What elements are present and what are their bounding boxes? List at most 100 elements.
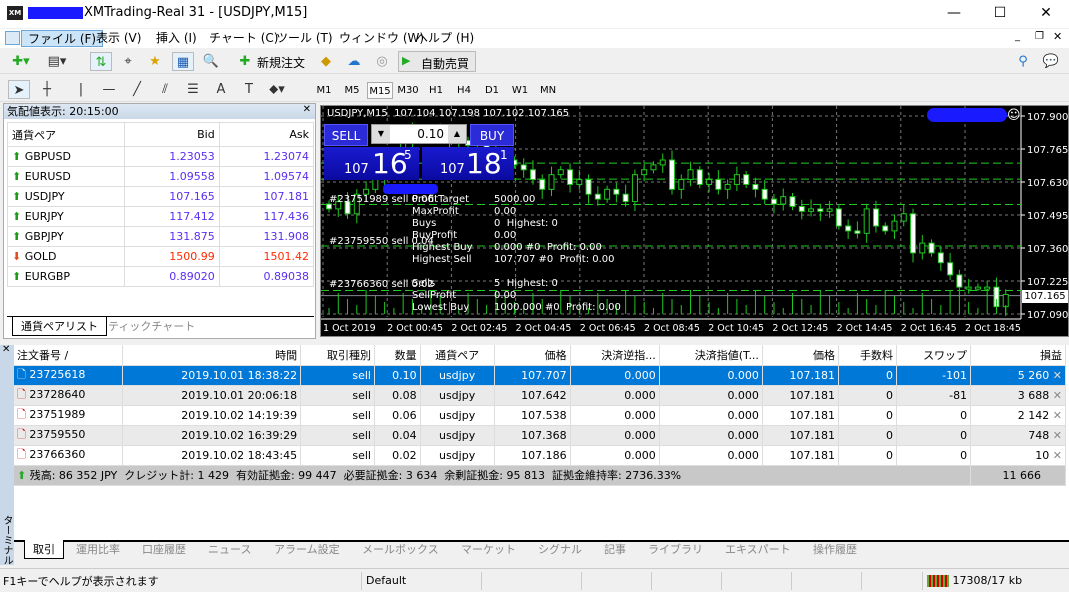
- tab-tick-chart[interactable]: ティックチャート: [100, 317, 203, 336]
- col-header[interactable]: 決済逆指...: [570, 345, 660, 366]
- mdi-minimize-icon[interactable]: _: [1015, 31, 1020, 42]
- timeframe-d1[interactable]: D1: [479, 82, 505, 99]
- terminal-tab[interactable]: エキスパート: [717, 540, 799, 559]
- search-icon[interactable]: ⚲: [1012, 52, 1034, 71]
- terminal-tab[interactable]: マーケット: [453, 540, 524, 559]
- terminal-tab[interactable]: アラーム設定: [266, 540, 348, 559]
- metaeditor-icon[interactable]: ◆: [315, 52, 337, 71]
- terminal-close-icon[interactable]: ✕: [2, 344, 10, 355]
- chart-window[interactable]: 107.900 107.765 107.630 107.495 107.360 107.2…: [320, 105, 1069, 337]
- fibonacci-icon[interactable]: ☰: [182, 80, 204, 99]
- sell-button[interactable]: SELL: [324, 124, 368, 146]
- text-icon[interactable]: A: [210, 80, 232, 99]
- trade-row[interactable]: 🗋 23725618 2019.10.01 18:38:22 sell 0.10 usd…: [14, 365, 1066, 386]
- community-icon[interactable]: ☁: [343, 52, 365, 71]
- terminal-tab[interactable]: 運用比率: [68, 540, 128, 559]
- crosshair-tool-icon[interactable]: ┼: [36, 80, 58, 99]
- terminal-tab[interactable]: ライブラリ: [640, 540, 711, 559]
- col-header[interactable]: 手数料: [838, 345, 897, 366]
- market-watch-row[interactable]: ⬆ USDJPY 107.165 107.181: [6, 186, 315, 207]
- buy-price[interactable]: 107 18 1: [422, 147, 514, 180]
- terminal-tab[interactable]: 口座履歴: [134, 540, 194, 559]
- close-order-icon[interactable]: ✕: [1049, 449, 1062, 462]
- crosshair-icon[interactable]: ⌖: [117, 52, 139, 71]
- col-header[interactable]: 時間: [122, 345, 302, 366]
- col-header[interactable]: 価格: [762, 345, 840, 366]
- trade-row[interactable]: 🗋 23766360 2019.10.02 18:43:45 sell 0.02 usd…: [14, 445, 1066, 466]
- close-order-icon[interactable]: ✕: [1049, 429, 1062, 442]
- col-header[interactable]: 価格: [494, 345, 571, 366]
- mdi-close-icon[interactable]: ✕: [1053, 30, 1062, 43]
- sell-price[interactable]: 107 16 5: [324, 147, 419, 180]
- text-label-icon[interactable]: T: [238, 80, 260, 99]
- market-watch-row[interactable]: ⬆ EURUSD 1.09558 1.09574: [6, 166, 315, 187]
- trade-row[interactable]: 🗋 23751989 2019.10.02 14:19:39 sell 0.06 usd…: [14, 405, 1066, 426]
- connection-status[interactable]: 17308/17 kb: [922, 572, 1062, 590]
- maximize-button[interactable]: ☐: [977, 0, 1023, 28]
- chat-icon[interactable]: 💬: [1040, 52, 1062, 71]
- vertical-line-icon[interactable]: |: [70, 80, 92, 99]
- timeframe-mn[interactable]: MN: [535, 82, 561, 99]
- timeframe-m5[interactable]: M5: [339, 82, 365, 99]
- menu-tools[interactable]: ツール (T): [270, 30, 339, 47]
- timeframe-h1[interactable]: H1: [423, 82, 449, 99]
- col-header[interactable]: 決済指値(T...: [659, 345, 763, 366]
- new-order-icon[interactable]: ✚: [234, 52, 256, 71]
- tab-symbols[interactable]: 通貨ペアリスト: [12, 317, 107, 336]
- close-order-icon[interactable]: ✕: [1049, 369, 1062, 382]
- navigator-icon[interactable]: ★: [144, 52, 166, 71]
- terminal-tab[interactable]: 操作履歴: [805, 540, 865, 559]
- new-order-button[interactable]: 新規注文: [257, 54, 305, 71]
- col-symbol[interactable]: 通貨ペア: [6, 122, 126, 147]
- trendline-icon[interactable]: ╱: [126, 80, 148, 99]
- menu-view[interactable]: 表示 (V): [90, 30, 147, 47]
- col-ask[interactable]: Ask: [218, 122, 315, 147]
- market-watch-row[interactable]: ⬆ GBPUSD 1.23053 1.23074: [6, 146, 315, 167]
- lot-decrease-button[interactable]: ▼: [372, 125, 390, 143]
- market-watch-row[interactable]: ⬇ GOLD 1500.99 1501.42: [6, 246, 315, 267]
- terminal-icon[interactable]: ▦: [172, 52, 194, 71]
- market-watch-row[interactable]: ⬆ EURGBP 0.89020 0.89038: [6, 266, 315, 287]
- market-watch-row[interactable]: ⬆ GBPJPY 131.875 131.908: [6, 226, 315, 247]
- signals-icon[interactable]: ◎: [371, 52, 393, 71]
- col-header[interactable]: 注文番号 /: [14, 345, 123, 366]
- col-header[interactable]: 損益: [970, 345, 1066, 366]
- timeframe-m1[interactable]: M1: [311, 82, 337, 99]
- terminal-tab[interactable]: メールボックス: [354, 540, 447, 559]
- strategy-tester-icon[interactable]: 🔍: [200, 52, 222, 71]
- timeframe-m30[interactable]: M30: [395, 82, 421, 99]
- timeframe-m15[interactable]: M15: [367, 82, 393, 99]
- timeframe-w1[interactable]: W1: [507, 82, 533, 99]
- equidistant-channel-icon[interactable]: ⫽: [154, 80, 176, 99]
- close-panel-icon[interactable]: ✕: [303, 104, 311, 115]
- buy-button[interactable]: BUY: [470, 124, 514, 146]
- profiles-icon[interactable]: ▤▾: [46, 52, 68, 71]
- market-watch-icon[interactable]: ⇅: [90, 52, 112, 71]
- terminal-tab[interactable]: 記事: [596, 540, 634, 559]
- terminal-tab[interactable]: 取引: [24, 540, 64, 559]
- col-header[interactable]: スワップ: [896, 345, 972, 366]
- col-bid[interactable]: Bid: [124, 122, 220, 147]
- close-order-icon[interactable]: ✕: [1049, 409, 1062, 422]
- lot-input[interactable]: 0.10: [417, 127, 444, 141]
- auto-trading-button[interactable]: ▶ 自動売買: [398, 51, 476, 72]
- menu-help[interactable]: ヘルプ (H): [410, 30, 480, 47]
- close-order-icon[interactable]: ✕: [1049, 389, 1062, 402]
- cursor-icon[interactable]: ➤: [8, 80, 30, 99]
- timeframe-h4[interactable]: H4: [451, 82, 477, 99]
- terminal-tab[interactable]: ニュース: [200, 540, 259, 559]
- market-watch-row[interactable]: ⬆ EURJPY 117.412 117.436: [6, 206, 315, 227]
- lot-increase-button[interactable]: ▲: [448, 125, 466, 143]
- mdi-restore-icon[interactable]: ❐: [1035, 31, 1044, 42]
- arrows-icon[interactable]: ⬥▾: [266, 80, 288, 99]
- trade-row[interactable]: 🗋 23728640 2019.10.01 20:06:18 sell 0.08 usd…: [14, 385, 1066, 406]
- col-header[interactable]: 数量: [374, 345, 421, 366]
- col-header[interactable]: 取引種別: [300, 345, 375, 366]
- menu-insert[interactable]: 挿入 (I): [150, 30, 203, 47]
- trade-row[interactable]: 🗋 23759550 2019.10.02 16:39:29 sell 0.04 usd…: [14, 425, 1066, 446]
- terminal-tab[interactable]: シグナル: [530, 540, 590, 559]
- col-header[interactable]: 通貨ペア: [420, 345, 495, 366]
- new-chart-icon[interactable]: ✚▾: [10, 52, 32, 71]
- horizontal-line-icon[interactable]: —: [98, 80, 120, 99]
- minimize-button[interactable]: —: [931, 0, 977, 28]
